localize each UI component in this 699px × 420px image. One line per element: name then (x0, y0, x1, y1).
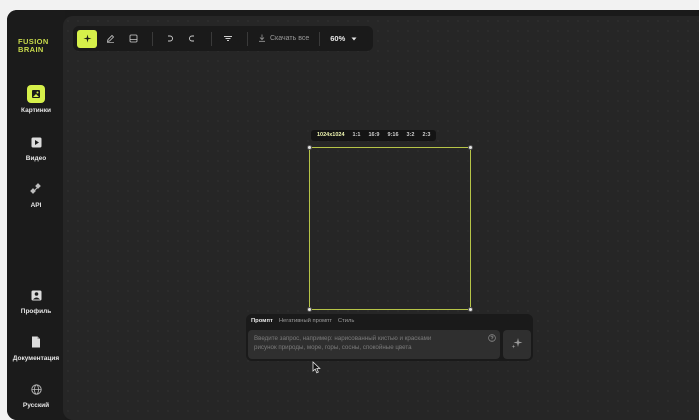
zoom-value: 60% (330, 34, 346, 43)
zoom-select[interactable]: 60% (330, 34, 357, 43)
document-icon (27, 333, 45, 351)
image-tool-button[interactable] (123, 30, 143, 48)
sidebar-item-label: Профиль (20, 308, 52, 315)
chevron-down-icon (351, 34, 357, 43)
download-all-label: Скачать все (270, 35, 310, 42)
canvas-area[interactable]: Скачать все 60% 1024x1024 1:1 16:9 9:16 … (63, 16, 699, 420)
toolbar: Скачать все 60% (73, 26, 373, 51)
prompt-placeholder-line-2: рисунок природы, море, горы, сосны, спок… (254, 344, 412, 351)
logo[interactable]: FUSION BRAIN (18, 38, 58, 54)
image-icon (27, 85, 45, 103)
aspect-option-9-16[interactable]: 9:16 (384, 130, 403, 141)
redo-button[interactable] (182, 30, 202, 48)
aspect-option-1-1[interactable]: 1:1 (349, 130, 365, 141)
undo-icon (165, 30, 174, 48)
aspect-option-1024x1024[interactable]: 1024x1024 (313, 130, 349, 141)
sidebar-item-images[interactable]: Картинки (7, 85, 65, 114)
layers-icon (223, 30, 233, 48)
resize-handle-top-right[interactable] (468, 145, 473, 150)
pencil-icon (106, 30, 115, 48)
sidebar-item-label: Русский (22, 402, 50, 409)
download-all-button[interactable]: Скачать все (258, 34, 309, 44)
resize-handle-bottom-right[interactable] (468, 307, 473, 312)
edit-tool-button[interactable] (100, 30, 120, 48)
prompt-tabs: Промпт Негативный промпт Стиль (246, 314, 533, 324)
sidebar-item-label: Документация (12, 355, 60, 362)
sidebar-item-label: Видео (25, 155, 47, 162)
tab-negative-prompt[interactable]: Негативный промпт (279, 318, 332, 324)
sidebar-item-label: API (30, 202, 42, 209)
toolbar-divider (211, 31, 212, 46)
api-icon (27, 180, 45, 198)
aspect-option-16-9[interactable]: 16:9 (364, 130, 383, 141)
generate-button[interactable] (503, 330, 531, 359)
aspect-ratio-tabs: 1024x1024 1:1 16:9 9:16 3:2 2:3 (311, 130, 437, 141)
mouse-cursor-icon (312, 361, 321, 379)
sparkle-icon (511, 336, 523, 354)
logo-line-2: BRAIN (18, 45, 44, 54)
download-icon (258, 34, 266, 44)
video-play-icon (27, 133, 45, 151)
prompt-panel: Промпт Негативный промпт Стиль Введите з… (246, 314, 533, 361)
toolbar-divider (152, 31, 153, 46)
sidebar-item-language[interactable]: Русский (7, 380, 65, 409)
prompt-placeholder-line-1: Введите запрос, например: нарисованный к… (254, 335, 432, 342)
profile-icon (27, 286, 45, 304)
globe-icon (27, 380, 45, 398)
undo-button[interactable] (159, 30, 179, 48)
generation-frame[interactable] (307, 145, 473, 312)
aspect-option-3-2[interactable]: 3:2 (403, 130, 419, 141)
tab-prompt[interactable]: Промпт (251, 318, 273, 324)
toolbar-divider (247, 31, 248, 46)
aspect-option-2-3[interactable]: 2:3 (418, 130, 434, 141)
sparkle-icon (83, 30, 92, 48)
sidebar-item-api[interactable]: API (7, 180, 65, 209)
sidebar-item-docs[interactable]: Документация (7, 333, 65, 362)
redo-icon (188, 30, 197, 48)
image-frame-icon (129, 30, 138, 48)
sidebar-item-profile[interactable]: Профиль (7, 286, 65, 315)
resize-handle-top-left[interactable] (307, 145, 312, 150)
resize-handle-bottom-left[interactable] (307, 307, 312, 312)
sidebar-item-video[interactable]: Видео (7, 133, 65, 162)
toolbar-divider (319, 31, 321, 46)
help-icon[interactable] (488, 334, 496, 345)
select-tool-button[interactable] (77, 29, 97, 48)
app-window: FUSION BRAIN Картинки Видео API Профиль … (7, 10, 699, 420)
layers-button[interactable] (218, 30, 238, 48)
sidebar: FUSION BRAIN Картинки Видео API Профиль … (7, 10, 65, 420)
tab-style[interactable]: Стиль (338, 318, 354, 324)
sidebar-item-label: Картинки (21, 107, 51, 114)
prompt-input[interactable]: Введите запрос, например: нарисованный к… (248, 330, 500, 359)
